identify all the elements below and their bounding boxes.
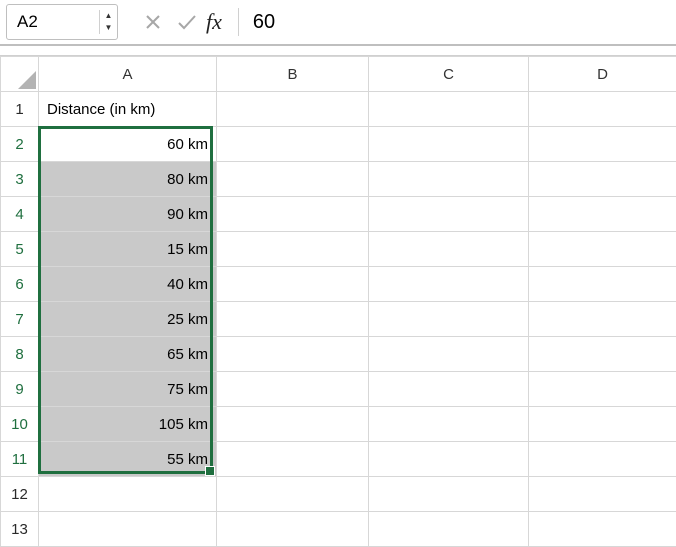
cell[interactable] <box>217 267 369 302</box>
cell[interactable] <box>529 267 676 302</box>
row: 865 km <box>1 337 676 372</box>
row: 260 km <box>1 127 676 162</box>
cell[interactable]: 90 km <box>39 197 217 232</box>
row: 380 km <box>1 162 676 197</box>
row-header[interactable]: 3 <box>1 162 39 197</box>
name-box-steppers: ▲ ▼ <box>99 10 117 34</box>
cell[interactable] <box>529 442 676 477</box>
cell[interactable] <box>529 512 676 547</box>
cell[interactable] <box>369 442 529 477</box>
row: 515 km <box>1 232 676 267</box>
row-header[interactable]: 5 <box>1 232 39 267</box>
cell[interactable] <box>217 92 369 127</box>
spreadsheet: A B C D 1Distance (in km)260 km380 km490… <box>0 56 676 547</box>
cell[interactable] <box>217 127 369 162</box>
cell[interactable] <box>217 407 369 442</box>
row: 640 km <box>1 267 676 302</box>
row-header[interactable]: 12 <box>1 477 39 512</box>
row-header[interactable]: 8 <box>1 337 39 372</box>
cell[interactable] <box>369 372 529 407</box>
divider <box>238 8 239 36</box>
cell[interactable] <box>217 162 369 197</box>
row: 1155 km <box>1 442 676 477</box>
cell[interactable]: 55 km <box>39 442 217 477</box>
name-box[interactable] <box>7 8 99 36</box>
row: 12 <box>1 477 676 512</box>
select-all-corner[interactable] <box>1 57 39 92</box>
cell[interactable] <box>529 197 676 232</box>
row: 975 km <box>1 372 676 407</box>
row: 725 km <box>1 302 676 337</box>
row-header[interactable]: 1 <box>1 92 39 127</box>
cell[interactable] <box>369 162 529 197</box>
cell[interactable] <box>217 337 369 372</box>
cell[interactable] <box>529 92 676 127</box>
cell[interactable] <box>369 127 529 162</box>
grid[interactable]: A B C D 1Distance (in km)260 km380 km490… <box>0 56 676 547</box>
row-header[interactable]: 4 <box>1 197 39 232</box>
cell[interactable]: 60 km <box>39 127 217 162</box>
cell[interactable] <box>217 197 369 232</box>
cell[interactable] <box>369 302 529 337</box>
cell[interactable] <box>529 302 676 337</box>
cell[interactable]: 80 km <box>39 162 217 197</box>
row: 490 km <box>1 197 676 232</box>
cell[interactable] <box>529 372 676 407</box>
cell[interactable] <box>369 512 529 547</box>
column-header-row: A B C D <box>1 57 676 92</box>
cell[interactable] <box>529 407 676 442</box>
col-header-A[interactable]: A <box>39 57 217 92</box>
cell[interactable] <box>369 197 529 232</box>
col-header-D[interactable]: D <box>529 57 676 92</box>
col-header-C[interactable]: C <box>369 57 529 92</box>
cell[interactable] <box>529 127 676 162</box>
cell[interactable] <box>217 232 369 267</box>
cell[interactable] <box>369 407 529 442</box>
row-header[interactable]: 10 <box>1 407 39 442</box>
cell[interactable] <box>529 232 676 267</box>
row-header[interactable]: 7 <box>1 302 39 337</box>
row-header[interactable]: 13 <box>1 512 39 547</box>
formula-input[interactable] <box>249 7 670 38</box>
cell[interactable] <box>529 162 676 197</box>
cell[interactable]: 65 km <box>39 337 217 372</box>
cell[interactable] <box>217 372 369 407</box>
name-box-container: ▲ ▼ <box>6 4 118 40</box>
cell[interactable] <box>217 442 369 477</box>
fx-icon[interactable]: fx <box>206 9 222 35</box>
cancel-button[interactable] <box>136 5 170 39</box>
formula-bar: ▲ ▼ fx <box>0 0 676 46</box>
row: 10105 km <box>1 407 676 442</box>
row-header[interactable]: 2 <box>1 127 39 162</box>
cell[interactable] <box>529 477 676 512</box>
cell[interactable] <box>217 477 369 512</box>
cell[interactable] <box>369 477 529 512</box>
cell[interactable]: 25 km <box>39 302 217 337</box>
row-header[interactable]: 6 <box>1 267 39 302</box>
cell[interactable]: 105 km <box>39 407 217 442</box>
stepper-up-icon[interactable]: ▲ <box>100 10 117 22</box>
cell[interactable] <box>529 337 676 372</box>
cell[interactable]: 15 km <box>39 232 217 267</box>
cell[interactable] <box>369 92 529 127</box>
cell[interactable]: 40 km <box>39 267 217 302</box>
cell[interactable] <box>217 302 369 337</box>
cell[interactable] <box>369 267 529 302</box>
cell[interactable] <box>369 232 529 267</box>
cell[interactable]: Distance (in km) <box>39 92 217 127</box>
col-header-B[interactable]: B <box>217 57 369 92</box>
cell[interactable] <box>217 512 369 547</box>
row-header[interactable]: 9 <box>1 372 39 407</box>
cell[interactable]: 75 km <box>39 372 217 407</box>
row: 13 <box>1 512 676 547</box>
sheet-separator <box>0 46 676 56</box>
stepper-down-icon[interactable]: ▼ <box>100 22 117 34</box>
confirm-button[interactable] <box>170 5 204 39</box>
cell[interactable] <box>39 477 217 512</box>
cell[interactable] <box>369 337 529 372</box>
row: 1Distance (in km) <box>1 92 676 127</box>
cell[interactable] <box>39 512 217 547</box>
row-header[interactable]: 11 <box>1 442 39 477</box>
